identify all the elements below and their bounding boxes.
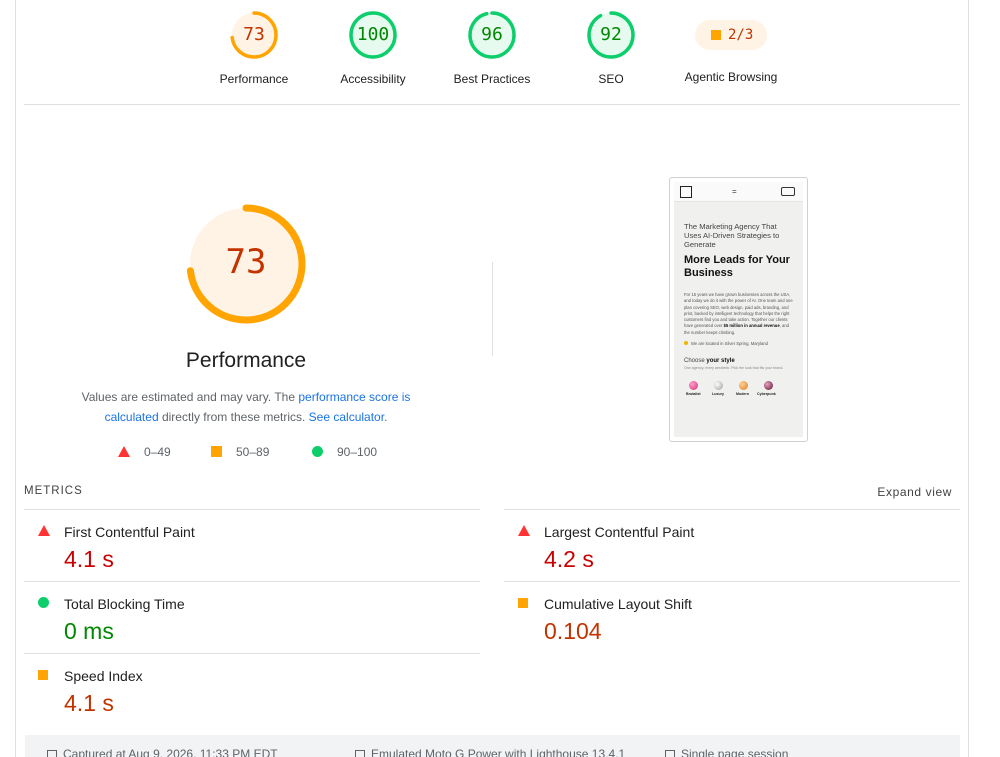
fail-triangle-icon <box>118 446 130 457</box>
metric-name: Total Blocking Time <box>64 596 185 612</box>
legend-fail: 0–49 <box>118 445 171 461</box>
gauge-best-practices-score: 96 <box>481 24 503 45</box>
metric-cumulative-layout-shift: Cumulative Layout Shift 0.104 <box>504 582 944 654</box>
gauge-seo-label: SEO <box>598 72 624 86</box>
screenshot-location: We are located in Silver Spring, Marylan… <box>684 341 793 346</box>
screenshot-intro: The Marketing Agency That Uses AI-Driven… <box>684 222 780 249</box>
hamburger-menu-icon: = <box>732 187 737 196</box>
pass-circle-icon <box>312 446 323 457</box>
captured-at-text: Captured at Aug 9, 2026, 11:33 PM EDT <box>63 747 278 757</box>
screenshot-headline: More Leads for Your Business <box>684 254 790 279</box>
agentic-pill: 2/3 <box>695 20 767 50</box>
gauge-seo-score: 92 <box>600 24 622 45</box>
metric-name: Speed Index <box>64 668 143 684</box>
metric-value: 4.1 s <box>64 546 114 572</box>
style-options: Brutalist Luxury Modern Cyberpunk <box>686 380 795 409</box>
person-icon <box>665 750 675 757</box>
metric-value: 0 ms <box>64 618 114 644</box>
metric-name: First Contentful Paint <box>64 524 195 540</box>
pass-circle-icon <box>38 597 49 608</box>
screenshot-page: = The Marketing Agency That Uses AI-Driv… <box>674 182 803 437</box>
choose-bold: your style <box>706 358 735 365</box>
screenshot-choose-sub: One agency, every aesthetic. Pick the lo… <box>684 366 784 371</box>
metric-speed-index: Speed Index 4.1 s <box>24 654 464 726</box>
legend-average-label: 50–89 <box>236 445 270 459</box>
gauge-accessibility-score: 100 <box>356 24 390 45</box>
performance-gauge-large: 73 <box>184 202 308 326</box>
metric-first-contentful-paint: First Contentful Paint 4.1 s <box>24 510 464 582</box>
average-square-icon <box>211 446 222 457</box>
vertical-divider <box>492 262 493 356</box>
gauge-accessibility[interactable]: 100 Accessibility <box>318 10 428 86</box>
desc-text-2: directly from these metrics. <box>158 410 309 424</box>
metric-name: Cumulative Layout Shift <box>544 596 692 612</box>
average-square-icon <box>711 30 721 40</box>
gauge-best-practices[interactable]: 96 Best Practices <box>437 10 547 86</box>
gauge-performance[interactable]: 73 Performance <box>199 10 309 86</box>
legend-pass-label: 90–100 <box>337 445 378 459</box>
screenshot-body: For 15 years we have grown businesses ac… <box>684 292 793 336</box>
see-calculator-link[interactable]: See calculator <box>309 410 384 424</box>
emulated-device: Emulated Moto G Power with Lighthouse 13… <box>355 747 625 757</box>
fail-triangle-icon <box>518 525 530 536</box>
location-text: We are located in Silver Spring, Marylan… <box>691 341 768 347</box>
choose-text: Choose <box>684 358 707 365</box>
style-ball-icon <box>689 380 698 390</box>
metric-total-blocking-time: Total Blocking Time 0 ms <box>24 582 464 654</box>
emulated-device-text: Emulated Moto G Power with Lighthouse 13… <box>371 747 626 757</box>
metric-value: 4.2 s <box>544 546 594 572</box>
average-square-icon <box>518 598 528 608</box>
gauge-performance-score: 73 <box>243 24 265 45</box>
runtime-settings-bar: Captured at Aug 9, 2026, 11:33 PM EDT Em… <box>25 735 960 757</box>
style-label: Modern <box>736 391 749 396</box>
gauge-accessibility-label: Accessibility <box>340 72 406 86</box>
calendar-icon <box>47 750 57 757</box>
fail-triangle-icon <box>38 525 50 536</box>
gauge-agentic-browsing[interactable]: 2/3 Agentic Browsing <box>676 10 786 84</box>
performance-title: Performance <box>185 349 307 372</box>
agentic-score: 2/3 <box>728 27 754 43</box>
screenshot-navbar: = <box>674 182 803 202</box>
agentic-label: Agentic Browsing <box>684 70 778 84</box>
legend-average: 50–89 <box>211 445 269 461</box>
legend-fail-label: 0–49 <box>144 445 171 459</box>
desc-text-1: Values are estimated and may vary. The <box>81 390 299 404</box>
site-logo-icon <box>680 186 692 198</box>
style-ball-icon <box>714 380 723 390</box>
screenshot-choose: Choose your style <box>684 358 793 364</box>
expand-view-toggle[interactable]: Expand view <box>877 485 952 499</box>
style-label: Brutalist <box>686 391 701 396</box>
phone-icon <box>781 187 795 196</box>
performance-description: Values are estimated and may vary. The p… <box>60 387 432 427</box>
session-type-text: Single page session <box>681 747 789 757</box>
gauge-performance-label: Performance <box>219 72 289 86</box>
gauge-seo[interactable]: 92 SEO <box>556 10 666 86</box>
style-ball-icon <box>739 380 748 390</box>
performance-score-large: 73 <box>225 242 267 282</box>
device-icon <box>355 750 365 757</box>
captured-at: Captured at Aug 9, 2026, 11:33 PM EDT <box>47 747 278 757</box>
desc-text-3: . <box>384 410 388 424</box>
metric-name: Largest Contentful Paint <box>544 524 695 540</box>
session-type: Single page session <box>665 747 788 757</box>
style-ball-icon <box>764 380 773 390</box>
metrics-heading: METRICS <box>24 485 83 497</box>
legend-pass: 90–100 <box>312 445 377 461</box>
top-divider <box>24 104 960 105</box>
metric-largest-contentful-paint: Largest Contentful Paint 4.2 s <box>504 510 944 582</box>
body-bold: $5 million in annual revenue <box>723 323 780 329</box>
metric-value: 0.104 <box>544 618 602 644</box>
style-label: Cyberpunk <box>757 391 776 396</box>
metric-value: 4.1 s <box>64 690 114 716</box>
gauge-best-practices-label: Best Practices <box>453 72 531 86</box>
average-square-icon <box>38 670 48 680</box>
final-screenshot[interactable]: = The Marketing Agency That Uses AI-Driv… <box>669 177 808 442</box>
style-label: Luxury <box>712 391 724 396</box>
location-dot-icon <box>684 341 688 346</box>
